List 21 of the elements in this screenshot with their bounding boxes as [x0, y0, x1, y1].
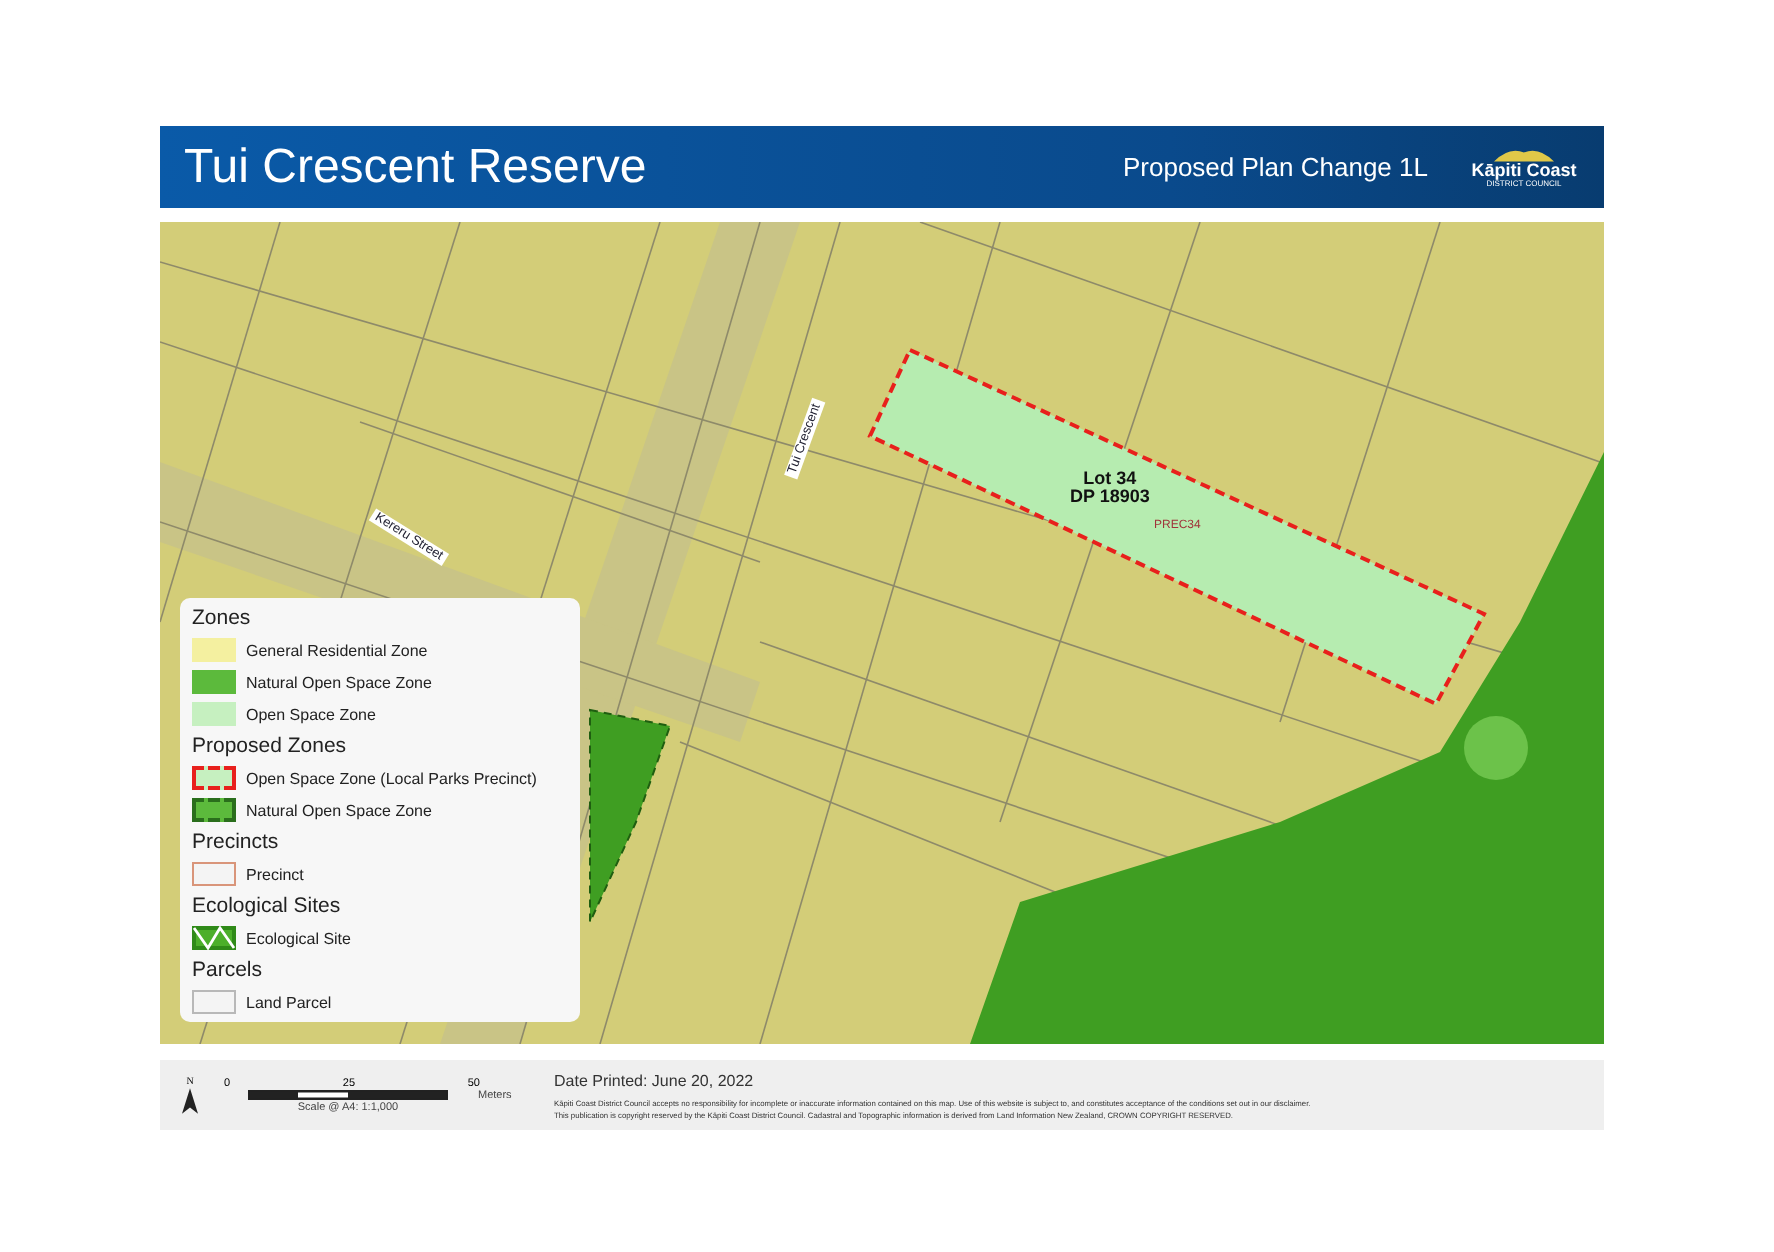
- legend-heading: Precincts: [192, 830, 281, 854]
- date-printed: Date Printed: June 20, 2022: [554, 1071, 756, 1089]
- legend-label: Open Space Zone (Local Parks Precinct): [246, 769, 537, 787]
- hills-logo-icon: [1494, 145, 1554, 162]
- legend-heading: Ecological Sites: [192, 894, 343, 918]
- legend-heading: Proposed Zones: [192, 734, 349, 758]
- north-arrow-icon: [182, 1087, 198, 1113]
- legend-label: Precinct: [246, 865, 304, 883]
- map-title: Tui Crescent Reserve: [184, 139, 649, 195]
- lot-label: DP 18903: [1070, 488, 1150, 508]
- legend-label: Land Parcel: [246, 993, 332, 1011]
- legend-label: Natural Open Space Zone: [246, 673, 432, 691]
- legend-heading: Parcels: [192, 958, 265, 982]
- map-subtitle: Proposed Plan Change 1L: [1122, 152, 1428, 182]
- legend-heading: Zones: [192, 606, 253, 630]
- legend-label: General Residential Zone: [246, 641, 428, 659]
- lot-label: Lot 34: [1083, 470, 1137, 489]
- legend-label: Open Space Zone: [246, 705, 376, 723]
- legend-label: Ecological Site: [246, 929, 351, 947]
- legend-label: Natural Open Space Zone: [246, 801, 432, 819]
- council-name: Kāpiti Coast: [1471, 161, 1577, 180]
